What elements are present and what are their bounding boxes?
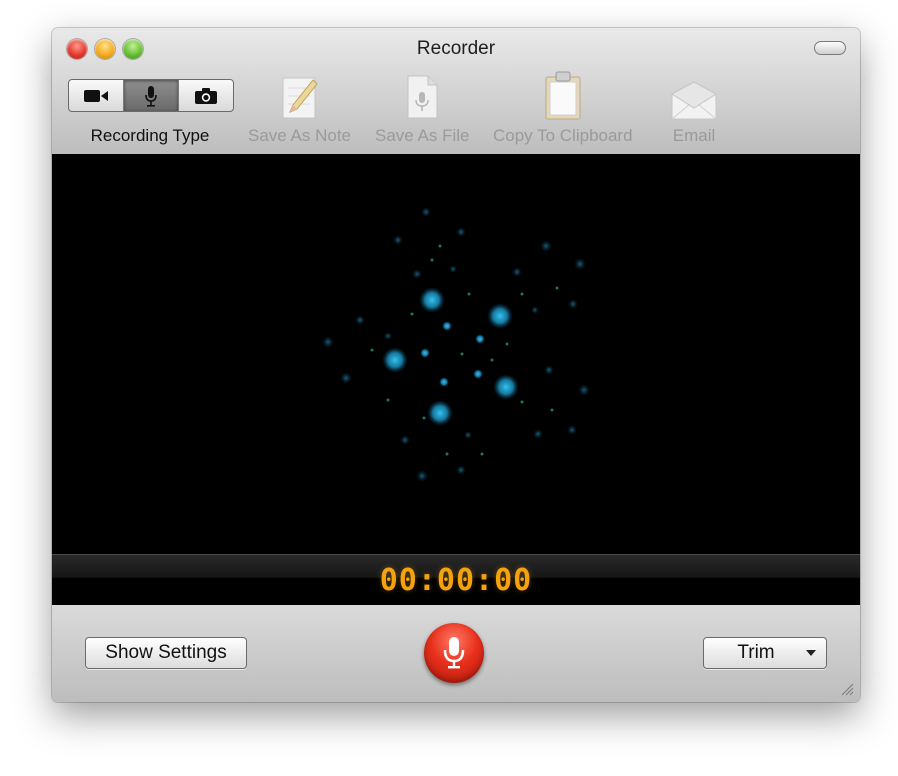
- recording-type-label: Recording Type: [90, 126, 210, 145]
- trim-label: Trim: [737, 642, 775, 663]
- email-button[interactable]: Email: [670, 72, 718, 146]
- audio-recording-button[interactable]: [124, 80, 179, 111]
- microphone-icon: [443, 637, 465, 669]
- clipboard-icon: [545, 71, 581, 120]
- recorder-window: Recorder Recording Type Save As Note Sav…: [52, 28, 860, 702]
- record-button[interactable]: [424, 623, 484, 683]
- particle-visualizer: [322, 207, 590, 482]
- envelope-icon: [671, 81, 717, 120]
- timer-bar: 00:00:00: [52, 554, 860, 606]
- toolbar-toggle-button[interactable]: [814, 41, 846, 55]
- particle-cluster: [322, 207, 590, 482]
- video-camera-icon: [84, 89, 108, 102]
- recording-type-selector[interactable]: [68, 79, 234, 112]
- copy-to-clipboard-button[interactable]: Copy To Clipboard: [493, 71, 633, 146]
- audio-file-icon: [407, 75, 438, 119]
- microphone-icon: [145, 85, 157, 107]
- elapsed-time: 00:00:00: [379, 563, 533, 598]
- show-settings-label: Show Settings: [105, 642, 227, 663]
- resize-grip-icon[interactable]: [838, 680, 854, 696]
- save-as-note-button[interactable]: Save As Note: [248, 72, 351, 146]
- copy-to-clipboard-label: Copy To Clipboard: [493, 126, 633, 145]
- note-pencil-icon: [282, 77, 318, 119]
- video-recording-button[interactable]: [69, 80, 124, 111]
- save-as-file-label: Save As File: [375, 126, 470, 145]
- photo-recording-button[interactable]: [179, 80, 233, 111]
- save-as-file-button[interactable]: Save As File: [375, 72, 470, 146]
- trim-menu-button[interactable]: Trim: [703, 637, 827, 669]
- audio-visualizer: [52, 154, 860, 554]
- window-title: Recorder: [416, 38, 496, 59]
- show-settings-button[interactable]: Show Settings: [85, 637, 247, 669]
- chevron-down-icon: [806, 650, 816, 656]
- email-label: Email: [672, 126, 716, 145]
- bottom-controls: Show Settings Trim: [52, 605, 860, 702]
- save-as-note-label: Save As Note: [248, 126, 352, 145]
- camera-icon: [195, 87, 217, 104]
- toolbar: Recorder Recording Type Save As Note Sav…: [52, 28, 860, 155]
